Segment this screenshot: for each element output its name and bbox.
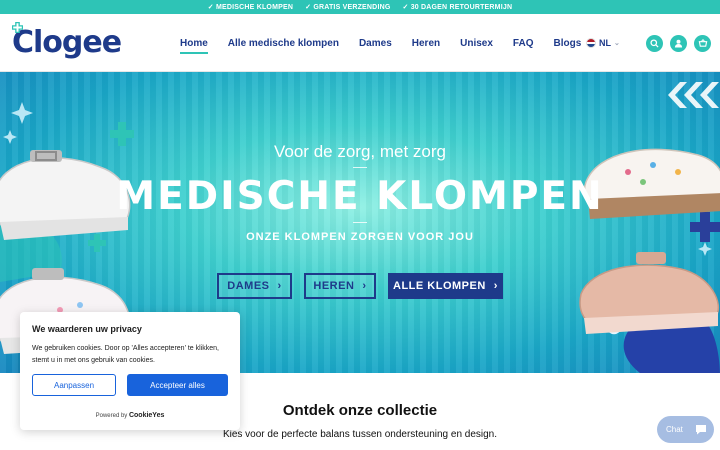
customize-cookies-button[interactable]: Aanpassen <box>32 374 116 396</box>
women-button-label: DAMES <box>227 280 270 292</box>
nav-men[interactable]: Heren <box>412 38 440 49</box>
cookie-consent-banner: We waarderen uw privacy We gebruiken coo… <box>20 312 240 430</box>
medical-cross-icon <box>12 22 23 33</box>
chevron-pattern-icon <box>668 82 719 108</box>
chevron-right-icon: › <box>493 280 498 292</box>
nav-faq[interactable]: FAQ <box>513 38 534 49</box>
language-selector[interactable]: NL ⌄ <box>586 38 620 48</box>
nav-blogs[interactable]: Blogs <box>553 38 581 49</box>
announcement-bar: ✓ MEDISCHE KLOMPEN ✓ GRATIS VERZENDING ✓… <box>0 0 720 14</box>
logo[interactable]: Clogee <box>12 22 122 60</box>
collection-subtitle: Kies voor de perfecte balans tussen onde… <box>222 429 498 440</box>
nav-home[interactable]: Home <box>180 38 208 54</box>
men-button-label: HEREN <box>313 280 355 292</box>
main-nav: Home Alle medische klompen Dames Heren U… <box>180 14 581 72</box>
rose-gold-clog-image <box>579 252 720 334</box>
nav-women[interactable]: Dames <box>359 38 392 49</box>
powered-by-text: Powered by <box>95 413 128 419</box>
announcement-medical: ✓ MEDISCHE KLOMPEN <box>207 4 294 11</box>
cart-icon <box>698 39 707 47</box>
search-icon <box>650 39 659 48</box>
hero-title: MEDISCHE KLOMPEN <box>116 174 604 219</box>
search-button[interactable] <box>646 35 663 52</box>
chevron-right-icon: › <box>362 280 367 292</box>
page: ✓ MEDISCHE KLOMPEN ✓ GRATIS VERZENDING ✓… <box>0 0 720 450</box>
logo-text: Clogee <box>12 24 122 60</box>
hero-divider-bottom <box>353 222 367 223</box>
language-code: NL <box>599 38 611 48</box>
cookie-powered-by: Powered by CookieYes <box>20 412 240 419</box>
hero-subtitle: Voor de zorg, met zorg <box>274 142 446 161</box>
account-icon <box>674 39 683 48</box>
nav-unisex[interactable]: Unisex <box>460 38 493 49</box>
nav-all-clogs[interactable]: Alle medische klompen <box>228 38 339 49</box>
chat-button[interactable]: Chat <box>657 416 714 443</box>
cookieyes-logo[interactable]: CookieYes <box>129 412 164 419</box>
announcement-shipping: ✓ GRATIS VERZENDING <box>305 4 391 11</box>
cookie-title: We waarderen uw privacy <box>32 324 142 334</box>
all-clogs-button-label: ALLE KLOMPEN <box>393 280 486 292</box>
all-clogs-button[interactable]: ALLE KLOMPEN › <box>388 273 503 299</box>
site-header: Clogee Home Alle medische klompen Dames … <box>0 14 720 72</box>
men-button[interactable]: HEREN › <box>304 273 376 299</box>
accept-all-cookies-button[interactable]: Accepteer alles <box>127 374 228 396</box>
cart-button[interactable] <box>694 35 711 52</box>
chat-bubble-icon <box>696 425 706 435</box>
account-button[interactable] <box>670 35 687 52</box>
chevron-right-icon: › <box>277 280 282 292</box>
netherlands-flag-icon <box>586 38 596 48</box>
cookie-text: We gebruiken cookies. Door op 'Alles acc… <box>32 345 219 364</box>
hero-tagline: ONZE KLOMPEN ZORGEN VOOR JOU <box>246 231 474 243</box>
women-button[interactable]: DAMES › <box>217 273 292 299</box>
announcement-returns: ✓ 30 DAGEN RETOURTERMIJN <box>402 4 513 11</box>
chevron-down-icon: ⌄ <box>614 40 620 47</box>
chat-label: Chat <box>666 425 683 434</box>
hero-divider-top <box>353 167 367 168</box>
